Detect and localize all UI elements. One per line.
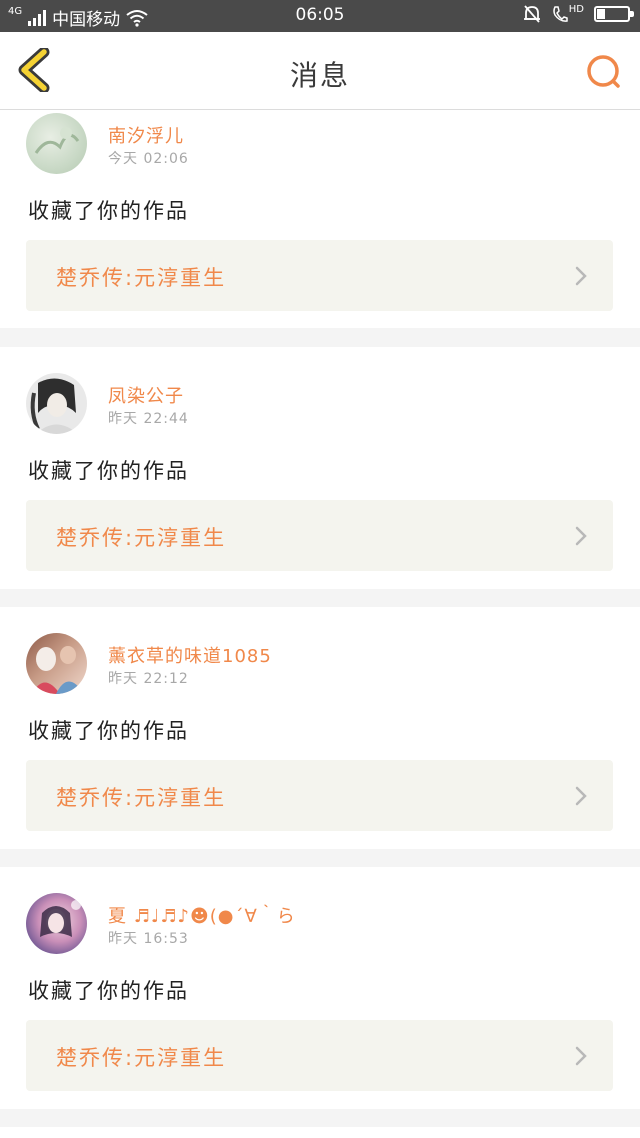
search-icon xyxy=(587,55,620,88)
battery-icon xyxy=(594,6,634,22)
chevron-right-icon xyxy=(575,1046,587,1066)
username[interactable]: 薰衣草的味道1085 xyxy=(108,642,272,668)
work-title: 楚乔传:元淳重生 xyxy=(56,526,227,550)
message-card: 南汐浮儿 今天 02:06 收藏了你的作品 楚乔传:元淳重生 xyxy=(0,110,640,328)
username[interactable]: 夏 ♬♩♬♪☻(●´∀｀ら xyxy=(108,902,296,928)
status-bar: 4G 中国移动 06:05 HD xyxy=(0,0,640,32)
bell-muted-icon xyxy=(523,5,540,23)
action-text: 收藏了你的作品 xyxy=(28,459,189,483)
work-link[interactable]: 楚乔传:元淳重生 xyxy=(26,500,613,571)
work-title: 楚乔传:元淳重生 xyxy=(56,266,227,290)
avatar[interactable] xyxy=(26,113,87,174)
battery-fill xyxy=(597,9,605,19)
nav-bar: 消息 xyxy=(0,32,640,110)
hd-call-indicator: HD xyxy=(552,3,584,23)
message-time: 昨天 22:12 xyxy=(108,671,189,687)
search-button[interactable] xyxy=(584,52,624,92)
message-time: 今天 02:06 xyxy=(108,151,189,167)
action-text: 收藏了你的作品 xyxy=(28,199,189,223)
chevron-right-icon xyxy=(575,526,587,546)
page-title: 消息 xyxy=(289,59,350,92)
status-right: HD xyxy=(522,3,634,24)
message-time: 昨天 16:53 xyxy=(108,931,189,947)
username[interactable]: 南汐浮儿 xyxy=(108,122,184,148)
chevron-right-icon xyxy=(575,266,587,286)
avatar[interactable] xyxy=(26,373,87,434)
username[interactable]: 凤染公子 xyxy=(108,382,184,408)
message-time: 昨天 22:44 xyxy=(108,411,189,427)
work-link[interactable]: 楚乔传:元淳重生 xyxy=(26,240,613,311)
message-card-partial xyxy=(0,1127,640,1138)
phone-icon xyxy=(553,6,568,22)
action-text: 收藏了你的作品 xyxy=(28,979,189,1003)
work-title: 楚乔传:元淳重生 xyxy=(56,1046,227,1070)
action-text: 收藏了你的作品 xyxy=(28,719,189,743)
work-title: 楚乔传:元淳重生 xyxy=(56,786,227,810)
chevron-right-icon xyxy=(575,786,587,806)
work-link[interactable]: 楚乔传:元淳重生 xyxy=(26,1020,613,1091)
message-card: 薰衣草的味道1085 昨天 22:12 收藏了你的作品 楚乔传:元淳重生 xyxy=(0,607,640,849)
hd-label: HD xyxy=(568,3,584,15)
avatar[interactable] xyxy=(26,893,87,954)
avatar[interactable] xyxy=(26,633,87,694)
message-card: 夏 ♬♩♬♪☻(●´∀｀ら 昨天 16:53 收藏了你的作品 楚乔传:元淳重生 xyxy=(0,867,640,1109)
work-link[interactable]: 楚乔传:元淳重生 xyxy=(26,760,613,831)
message-card: 凤染公子 昨天 22:44 收藏了你的作品 楚乔传:元淳重生 xyxy=(0,347,640,589)
